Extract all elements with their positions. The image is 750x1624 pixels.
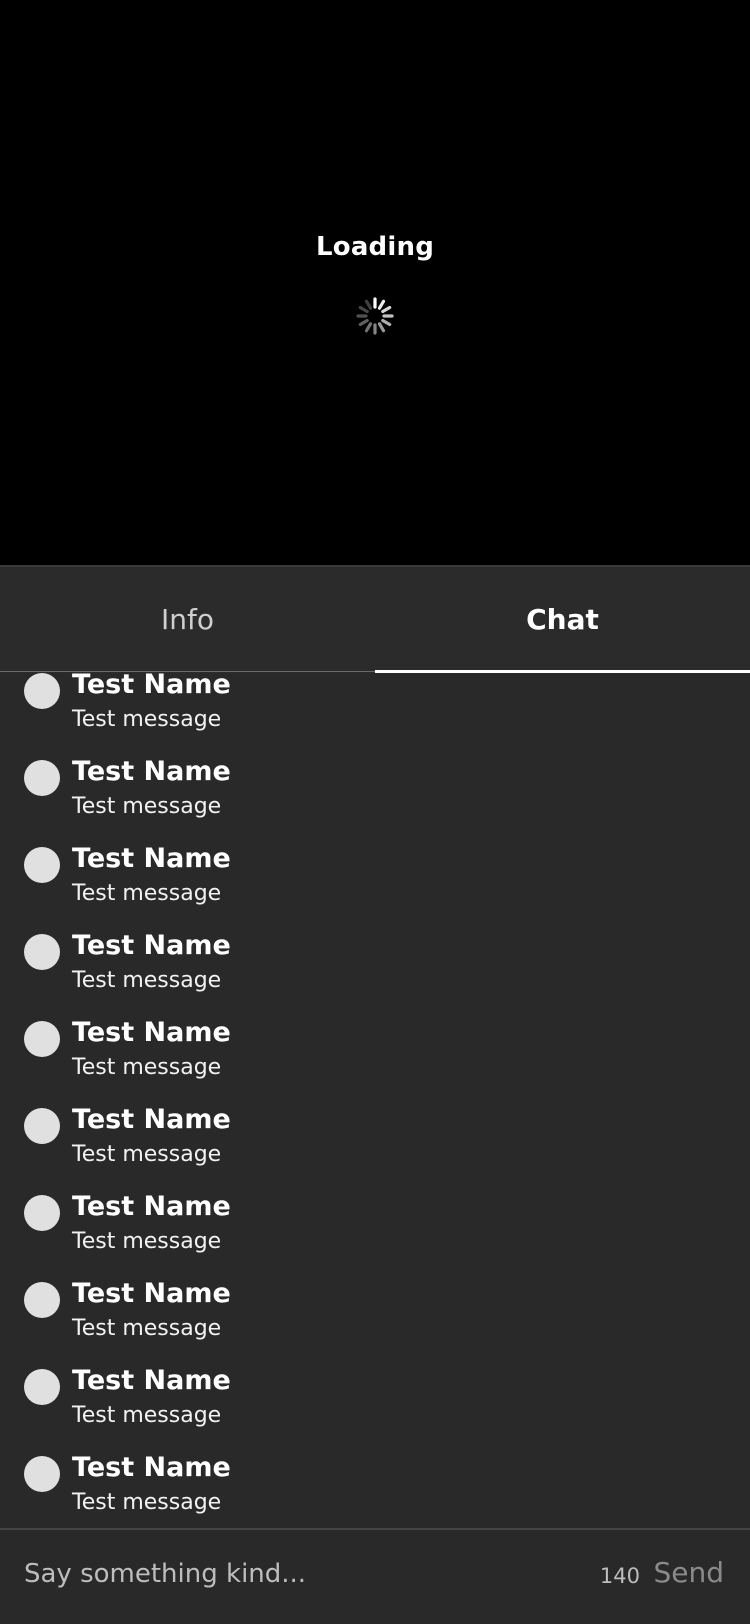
message-author: Test Name (72, 1191, 231, 1222)
tab-bar: Info Chat (0, 567, 750, 673)
chat-message: Test Name Test message (0, 673, 750, 760)
avatar[interactable] (24, 673, 60, 709)
avatar[interactable] (24, 1021, 60, 1057)
avatar[interactable] (24, 1456, 60, 1492)
message-author: Test Name (72, 843, 231, 874)
message-author: Test Name (72, 1365, 231, 1396)
chat-message: Test Name Test message (0, 756, 750, 847)
send-button[interactable]: Send (653, 1556, 724, 1589)
chat-message: Test Name Test message (0, 1191, 750, 1282)
message-author: Test Name (72, 1104, 231, 1135)
message-author: Test Name (72, 673, 231, 700)
tab-info[interactable]: Info (0, 567, 375, 671)
avatar[interactable] (24, 1369, 60, 1405)
character-count: 140 (599, 1564, 640, 1588)
chat-input[interactable] (24, 1552, 584, 1596)
tab-chat[interactable]: Chat (375, 567, 750, 671)
message-text: Test message (72, 1142, 222, 1167)
avatar[interactable] (24, 934, 60, 970)
chat-composer: 140 Send (0, 1528, 750, 1624)
message-text: Test message (72, 707, 222, 732)
chat-message: Test Name Test message (0, 1452, 750, 1528)
chat-track: Test Name Test message Test Name Test messa… (0, 673, 750, 1528)
message-author: Test Name (72, 930, 231, 961)
chat-message: Test Name Test message (0, 1017, 750, 1108)
message-author: Test Name (72, 1017, 231, 1048)
message-text: Test message (72, 1055, 222, 1080)
message-text: Test message (72, 1490, 222, 1515)
message-author: Test Name (72, 1452, 231, 1483)
tab-divider (0, 671, 375, 672)
message-text: Test message (72, 1316, 222, 1341)
chat-message: Test Name Test message (0, 1104, 750, 1195)
avatar[interactable] (24, 1282, 60, 1318)
avatar[interactable] (24, 847, 60, 883)
spinner-icon (356, 297, 394, 335)
loading-label: Loading (315, 232, 435, 262)
message-author: Test Name (72, 756, 231, 787)
video-player[interactable]: Loading (0, 0, 750, 565)
avatar[interactable] (24, 1195, 60, 1231)
chat-message-list[interactable]: Test Name Test message Test Name Test messa… (0, 673, 750, 1528)
avatar[interactable] (24, 760, 60, 796)
message-text: Test message (72, 881, 222, 906)
message-text: Test message (72, 1403, 222, 1428)
message-author: Test Name (72, 1278, 231, 1309)
message-text: Test message (72, 968, 222, 993)
chat-message: Test Name Test message (0, 1365, 750, 1456)
message-text: Test message (72, 1229, 222, 1254)
message-text: Test message (72, 794, 222, 819)
chat-message: Test Name Test message (0, 1278, 750, 1369)
avatar[interactable] (24, 1108, 60, 1144)
chat-message: Test Name Test message (0, 930, 750, 1021)
chat-message: Test Name Test message (0, 843, 750, 934)
